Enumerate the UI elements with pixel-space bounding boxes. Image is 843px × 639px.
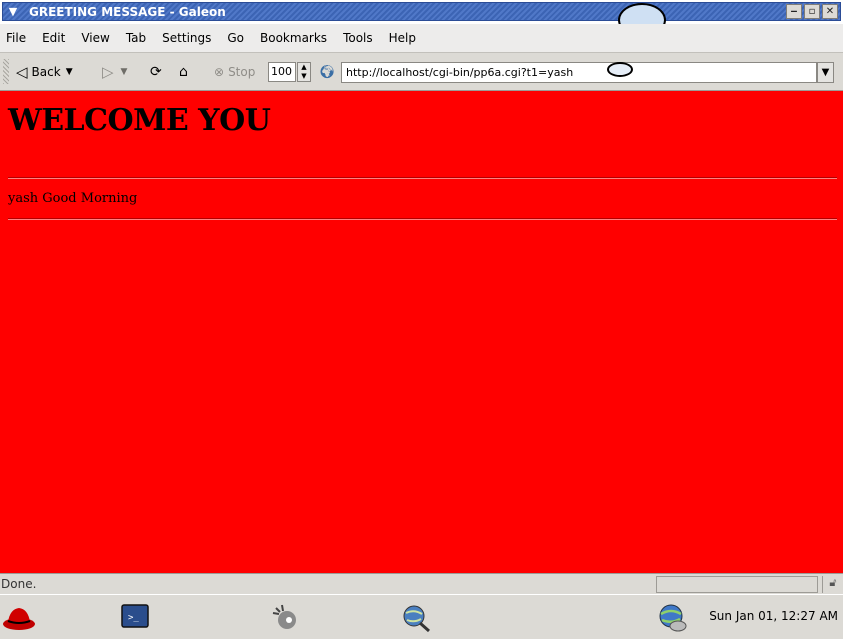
url-field[interactable]: http://localhost/cgi-bin/pp6a.cgi?t1=yas… (341, 62, 817, 83)
menu-tab[interactable]: Tab (118, 31, 154, 45)
reload-button[interactable]: ⟳ (150, 63, 162, 81)
security-lock-icon[interactable]: 🔓︎ (822, 576, 843, 593)
stop-icon: ⊗ (214, 65, 225, 79)
status-bar: Done. 🔓︎ (0, 573, 843, 595)
progress-area (656, 576, 818, 593)
url-history-dropdown[interactable]: ▼ (817, 62, 834, 83)
window-titlebar: ▼ GREETING MESSAGE - Galeon ‒ ▫ ✕ (0, 0, 843, 24)
back-arrow-icon: ◁ (16, 63, 28, 81)
redhat-menu-icon[interactable] (2, 601, 36, 633)
svg-text:>_: >_ (128, 613, 139, 623)
page-content: WELCOME YOU yash Good Morning (0, 91, 843, 573)
stop-button[interactable]: ⊗ Stop (214, 63, 255, 81)
forward-arrow-icon: ▷ (102, 63, 114, 81)
desktop-panel: >_ Sun Jan 01, 12:27 AM (0, 594, 843, 639)
horizontal-rule-bottom (8, 218, 837, 220)
forward-history-chevron-icon[interactable]: ▼ (121, 67, 128, 77)
window-menu-icon[interactable]: ▼ (6, 5, 20, 19)
terminal-icon[interactable]: >_ (118, 601, 152, 633)
back-label: Back (31, 65, 61, 79)
page-info-button[interactable]: 🌍︎ (319, 63, 336, 81)
stop-label: Stop (228, 65, 256, 79)
menu-help[interactable]: Help (381, 31, 424, 45)
forward-button[interactable]: ▷ ▼ (102, 63, 127, 81)
drag-page-icon: 🌍︎ (319, 64, 336, 80)
annotation-oval-small (607, 62, 633, 77)
status-text: Done. (1, 577, 37, 591)
menu-tools[interactable]: Tools (335, 31, 381, 45)
back-button[interactable]: ◁ Back ▼ (16, 63, 73, 81)
menu-settings[interactable]: Settings (154, 31, 219, 45)
navigation-toolbar: ◁ Back ▼ ▷ ▼ ⟳ ⌂ ⊗ Stop 100 ▲ ▼ 🌍︎ http:/… (0, 53, 843, 137)
zoom-stepper[interactable]: ▲ ▼ (297, 62, 311, 82)
minimize-button[interactable]: ‒ (786, 4, 802, 19)
maximize-button[interactable]: ▫ (804, 4, 820, 19)
menu-view[interactable]: View (73, 31, 117, 45)
home-icon: ⌂ (179, 64, 188, 80)
menu-edit[interactable]: Edit (34, 31, 73, 45)
menubar: File Edit View Tab Settings Go Bookmarks… (0, 24, 843, 53)
page-heading: WELCOME YOU (8, 103, 271, 138)
back-history-chevron-icon[interactable]: ▼ (66, 67, 73, 77)
panel-clock[interactable]: Sun Jan 01, 12:27 AM (709, 609, 838, 623)
web-browser-icon[interactable] (398, 601, 432, 633)
home-button[interactable]: ⌂ (179, 63, 188, 81)
close-button[interactable]: ✕ (822, 4, 838, 19)
gimp-icon[interactable] (268, 601, 302, 633)
window-title: GREETING MESSAGE - Galeon (29, 5, 226, 19)
menu-go[interactable]: Go (219, 31, 252, 45)
network-globe-icon[interactable] (656, 601, 690, 633)
menu-bookmarks[interactable]: Bookmarks (252, 31, 335, 45)
reload-icon: ⟳ (150, 64, 162, 80)
toolbar-grip[interactable] (3, 59, 9, 84)
zoom-input[interactable]: 100 (268, 62, 296, 82)
greeting-message: yash Good Morning (8, 191, 138, 206)
titlebar-background[interactable]: ▼ GREETING MESSAGE - Galeon ‒ ▫ ✕ (2, 2, 841, 21)
menu-file[interactable]: File (0, 31, 34, 45)
horizontal-rule-top (8, 177, 837, 179)
